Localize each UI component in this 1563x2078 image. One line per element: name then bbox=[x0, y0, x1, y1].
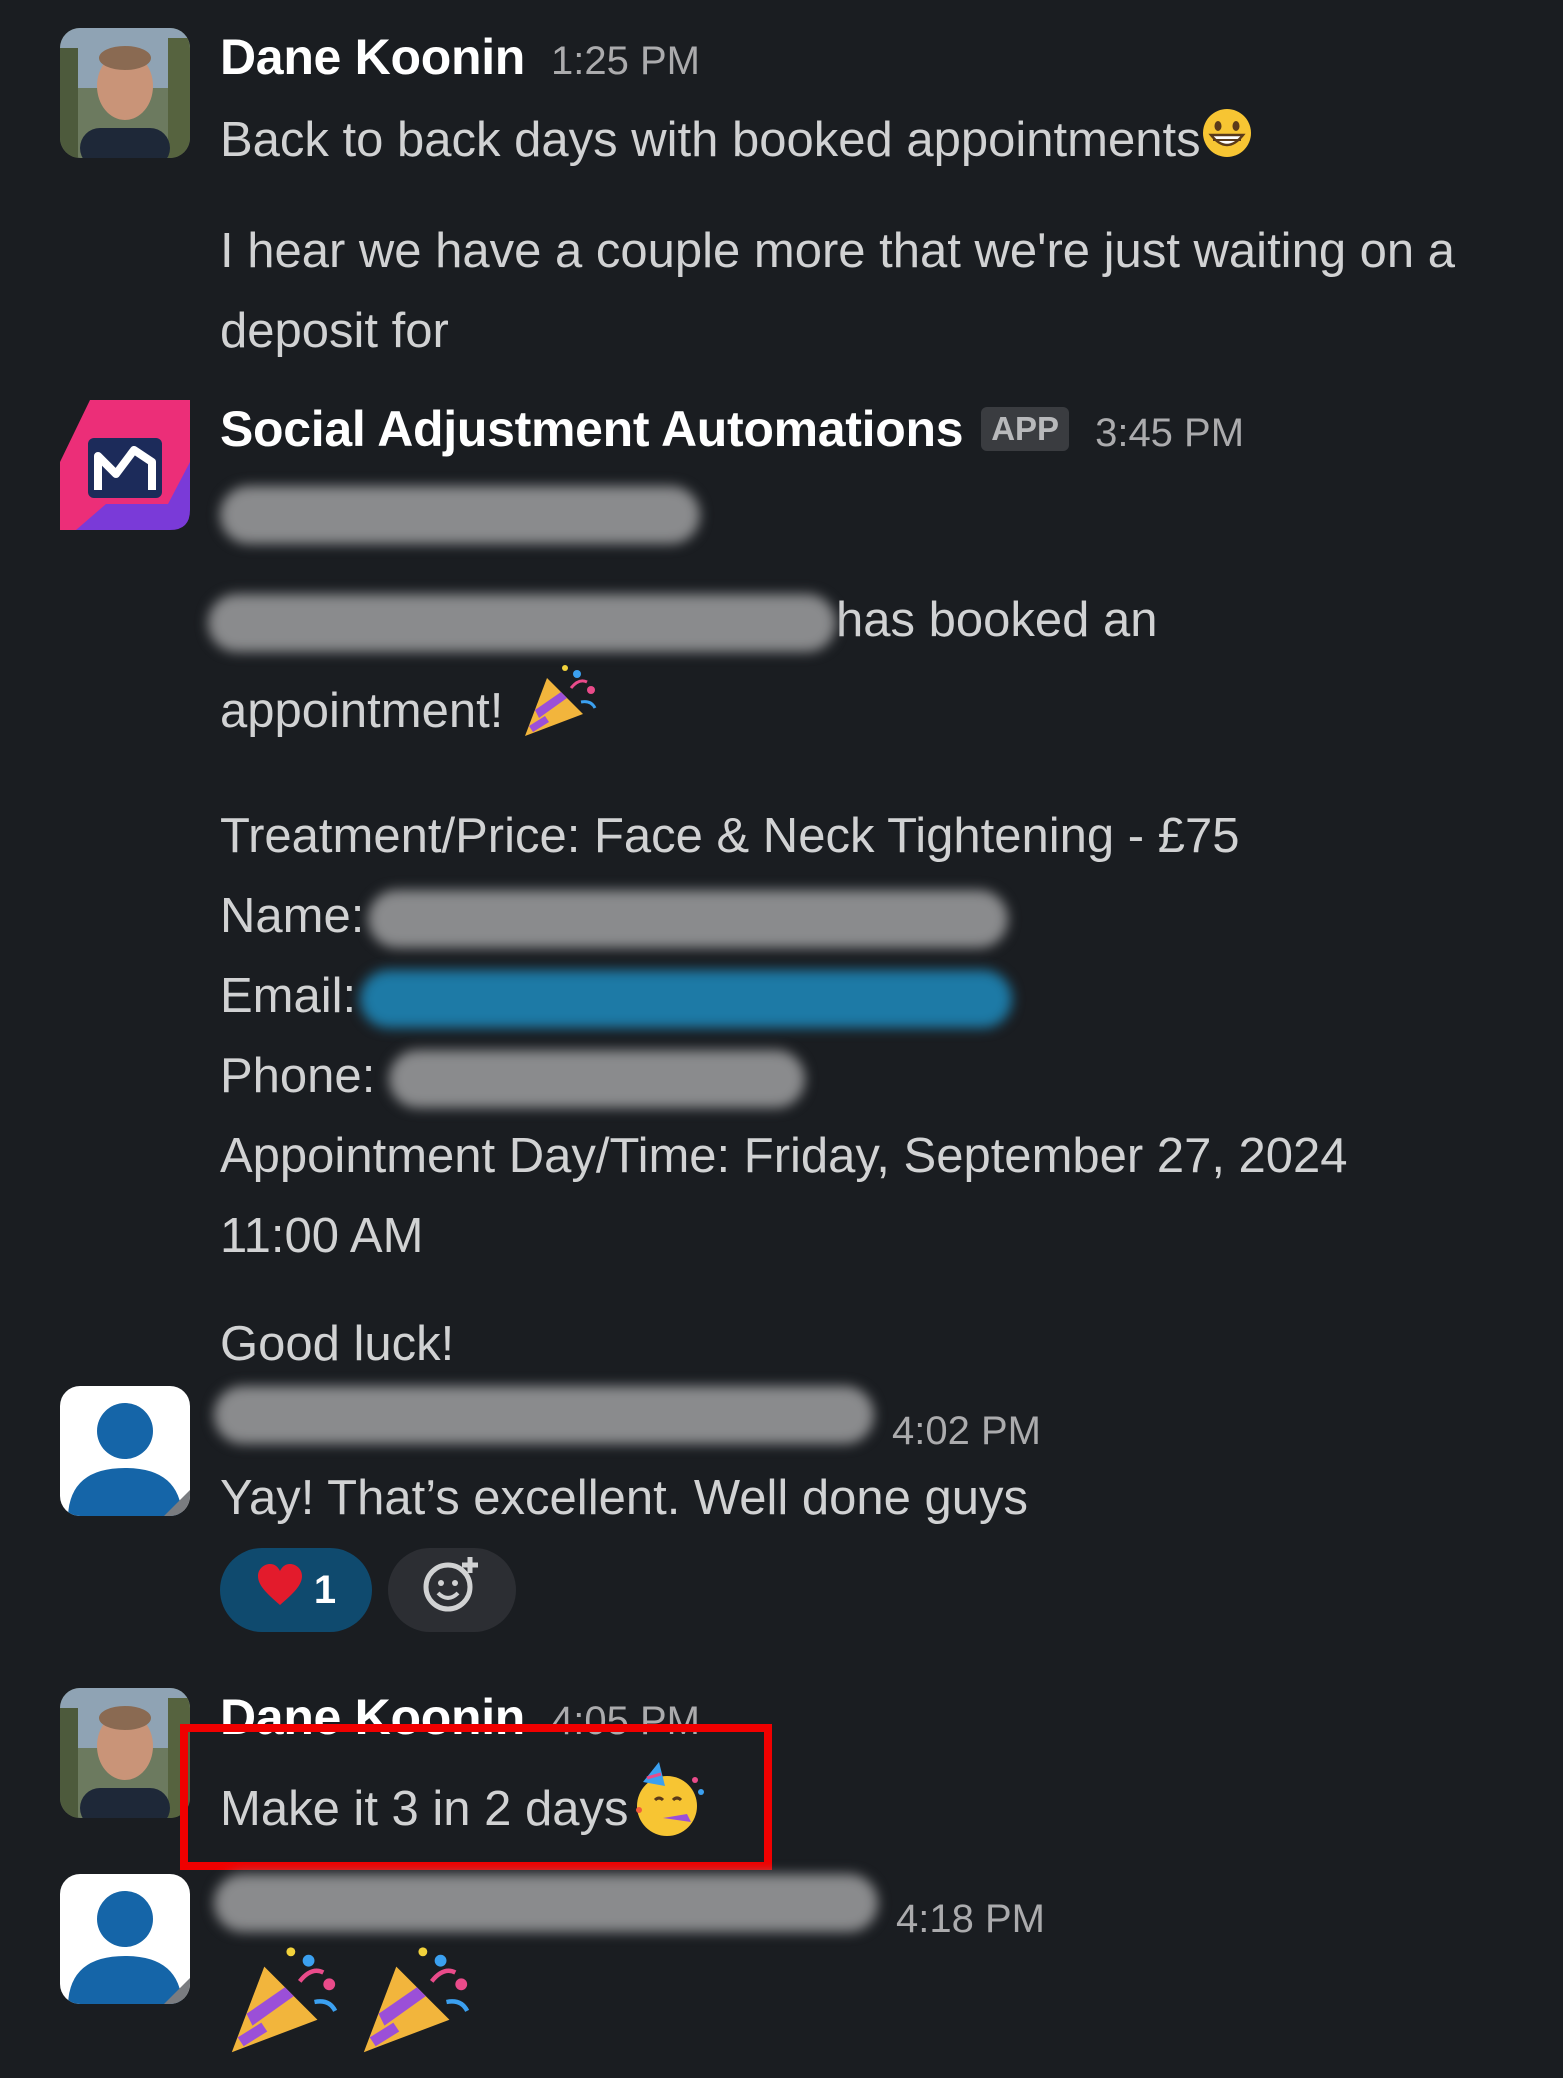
redacted-sender-name[interactable] bbox=[214, 1386, 874, 1444]
message-text: Yay! That’s excellent. Well done guys bbox=[220, 1471, 1029, 1525]
party-popper-icon bbox=[352, 1940, 476, 2069]
reaction-heart[interactable]: 1 bbox=[220, 1548, 372, 1632]
phone-label: Phone: bbox=[220, 1049, 376, 1103]
message-text: I hear we have a couple more that we're … bbox=[220, 224, 1456, 359]
app-badge: APP bbox=[981, 407, 1070, 451]
booked-text: has booked an bbox=[836, 593, 1158, 647]
reactions-bar: 1 bbox=[220, 1548, 1523, 1632]
redacted-client-name bbox=[208, 594, 836, 653]
add-reaction-button[interactable] bbox=[388, 1548, 516, 1632]
party-popper-icon bbox=[517, 660, 601, 768]
avatar-default-user[interactable] bbox=[60, 1386, 190, 1516]
add-emoji-icon bbox=[422, 1555, 482, 1625]
timestamp[interactable]: 4:18 PM bbox=[896, 1897, 1045, 1942]
grinning-face-icon bbox=[1201, 103, 1253, 183]
email-label: Email: bbox=[220, 969, 357, 1023]
sender-name[interactable]: Social Adjustment Automations bbox=[220, 400, 964, 458]
avatar-dane[interactable] bbox=[60, 1688, 190, 1818]
timestamp[interactable]: 1:25 PM bbox=[551, 39, 700, 84]
avatar-dane[interactable] bbox=[60, 28, 190, 158]
message-text: Back to back days with booked appointmen… bbox=[220, 113, 1201, 167]
treatment-line: Treatment/Price: Face & Neck Tightening … bbox=[220, 809, 1240, 863]
avatar-default-user[interactable] bbox=[60, 1874, 190, 2004]
message-emojis bbox=[220, 1940, 1523, 2069]
sender-name[interactable]: Dane Koonin bbox=[220, 28, 525, 86]
redacted-sender-name[interactable] bbox=[214, 1874, 878, 1932]
timestamp[interactable]: 4:02 PM bbox=[892, 1409, 1041, 1454]
appointment-line: Appointment Day/Time: Friday, September … bbox=[220, 1129, 1348, 1183]
reaction-count: 1 bbox=[313, 1567, 337, 1612]
red-heart-icon bbox=[256, 1563, 304, 1617]
party-popper-icon bbox=[220, 1940, 344, 2069]
redacted-title bbox=[220, 486, 700, 545]
redacted-name bbox=[367, 890, 1008, 949]
redacted-email-link[interactable] bbox=[359, 970, 1012, 1029]
avatar-app[interactable] bbox=[60, 400, 190, 530]
redacted-phone bbox=[388, 1050, 805, 1109]
name-label: Name: bbox=[220, 889, 365, 943]
timestamp[interactable]: 3:45 PM bbox=[1095, 411, 1244, 456]
closing-text: Good luck! bbox=[220, 1317, 455, 1371]
booked-text-2: appointment! bbox=[220, 683, 504, 738]
appointment-time: 11:00 AM bbox=[220, 1209, 424, 1263]
highlight-box bbox=[180, 1724, 772, 1870]
